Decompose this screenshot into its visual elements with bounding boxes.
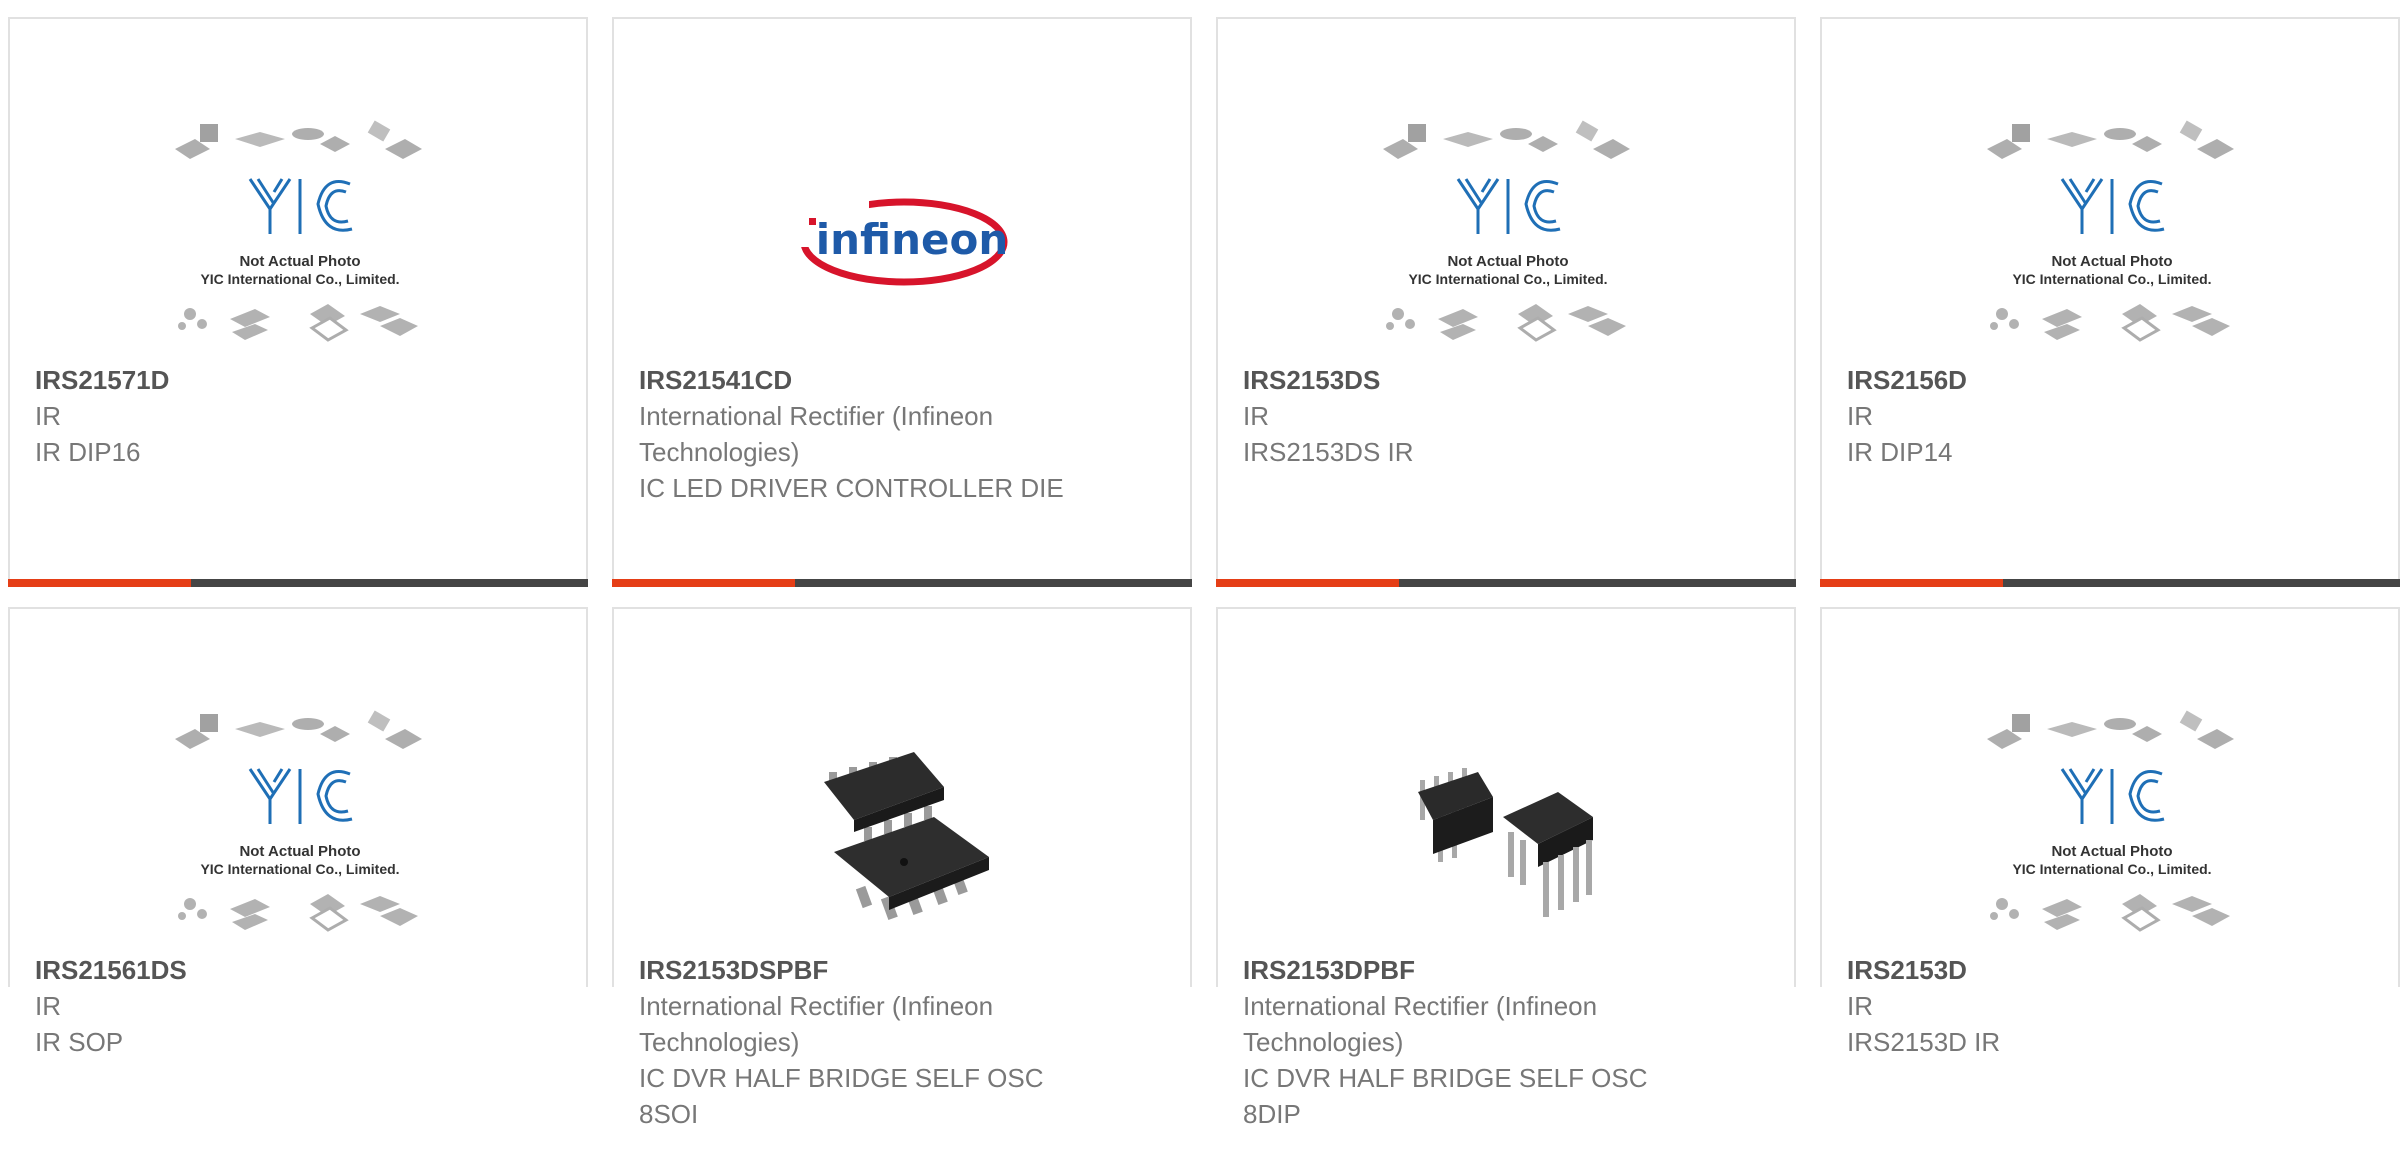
description: IC LED DRIVER CONTROLLER DIE: [639, 473, 1064, 503]
part-number[interactable]: IRS21541CD: [639, 362, 1079, 398]
card-accent: [612, 579, 795, 587]
product-image-placeholder: Not Actual Photo YIC International Co., …: [160, 704, 440, 959]
manufacturer: IR: [35, 991, 61, 1021]
placeholder-subtitle: YIC International Co., Limited.: [1408, 271, 1607, 287]
product-card[interactable]: IRS2153DPBF International Rectifier (Inf…: [1216, 607, 1796, 1129]
description: IC DVR HALF BRIDGE SELF OSC 8SOI: [639, 1063, 1044, 1129]
product-image-placeholder: Not Actual Photo YIC International Co., …: [1368, 114, 1648, 369]
placeholder-subtitle: YIC International Co., Limited.: [2012, 271, 2211, 287]
manufacturer: IR: [35, 401, 61, 431]
card-underline: [8, 579, 588, 587]
product-photo: [764, 704, 1044, 959]
product-image-placeholder: Not Actual Photo YIC International Co., …: [1972, 114, 2252, 369]
part-number[interactable]: IRS2153D: [1847, 952, 2287, 988]
manufacturer: International Rectifier (Infineon Techno…: [1243, 991, 1598, 1057]
product-card[interactable]: IRS2153DSPBF International Rectifier (In…: [612, 607, 1192, 1129]
manufacturer: International Rectifier (Infineon Techno…: [639, 991, 994, 1057]
card-underline: [1820, 579, 2400, 587]
placeholder-title: Not Actual Photo: [2051, 843, 2172, 860]
product-card[interactable]: Not Actual Photo YIC International Co., …: [8, 17, 588, 587]
product-card[interactable]: infineon IRS21541CD International Rectif…: [612, 17, 1192, 587]
description: IR DIP16: [35, 437, 141, 467]
product-photo: [1368, 704, 1648, 959]
card-accent: [8, 579, 191, 587]
placeholder-subtitle: YIC International Co., Limited.: [200, 271, 399, 287]
logo-text: infineon: [816, 215, 1009, 264]
placeholder-title: Not Actual Photo: [239, 253, 360, 270]
card-accent: [1820, 579, 2003, 587]
part-number[interactable]: IRS2153DPBF: [1243, 952, 1683, 988]
placeholder-title: Not Actual Photo: [2051, 253, 2172, 270]
product-grid: Not Actual Photo YIC International Co., …: [0, 0, 2400, 1167]
manufacturer: International Rectifier (Infineon Techno…: [639, 401, 994, 467]
description: IRS2153D IR: [1847, 1027, 2001, 1057]
manufacturer-logo: infineon: [764, 114, 1044, 369]
description: IC DVR HALF BRIDGE SELF OSC 8DIP: [1243, 1063, 1648, 1129]
description: IR DIP14: [1847, 437, 1953, 467]
part-number[interactable]: IRS21571D: [35, 362, 475, 398]
product-image-placeholder: Not Actual Photo YIC International Co., …: [160, 114, 440, 369]
part-number[interactable]: IRS2153DS: [1243, 362, 1683, 398]
card-underline: [1216, 579, 1796, 587]
part-number[interactable]: IRS21561DS: [35, 952, 475, 988]
description: IR SOP: [35, 1027, 124, 1057]
product-card[interactable]: Not Actual Photo YIC International Co., …: [1820, 17, 2400, 587]
manufacturer: IR: [1847, 991, 1873, 1021]
product-card[interactable]: Not Actual Photo YIC International Co., …: [8, 607, 588, 1057]
manufacturer: IR: [1847, 401, 1873, 431]
placeholder-title: Not Actual Photo: [1447, 253, 1568, 270]
product-card[interactable]: Not Actual Photo YIC International Co., …: [1820, 607, 2400, 1057]
card-underline: [612, 579, 1192, 587]
placeholder-subtitle: YIC International Co., Limited.: [200, 861, 399, 877]
card-accent: [1216, 579, 1399, 587]
part-number[interactable]: IRS2156D: [1847, 362, 2287, 398]
product-card[interactable]: Not Actual Photo YIC International Co., …: [1216, 17, 1796, 587]
manufacturer: IR: [1243, 401, 1269, 431]
description: IRS2153DS IR: [1243, 437, 1414, 467]
part-number[interactable]: IRS2153DSPBF: [639, 952, 1079, 988]
placeholder-subtitle: YIC International Co., Limited.: [2012, 861, 2211, 877]
product-image-placeholder: Not Actual Photo YIC International Co., …: [1972, 704, 2252, 959]
placeholder-title: Not Actual Photo: [239, 843, 360, 860]
